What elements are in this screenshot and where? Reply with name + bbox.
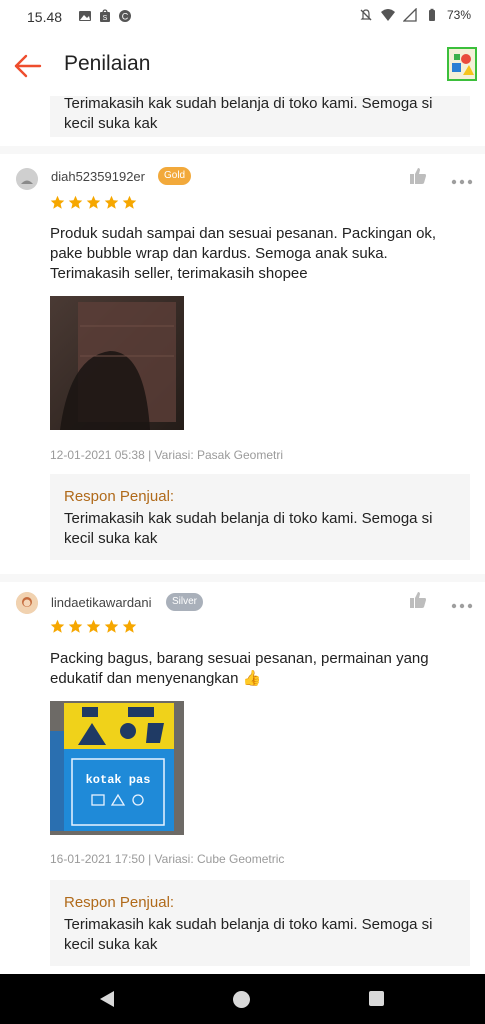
reviewer-username[interactable]: lindaetikawardani: [51, 595, 151, 610]
more-options-button[interactable]: [451, 172, 473, 185]
review-photo[interactable]: kotak pas: [50, 701, 184, 835]
c-app-icon: C: [118, 9, 132, 23]
avatar[interactable]: [16, 592, 38, 614]
product-thumbnail[interactable]: [447, 47, 477, 81]
nav-home-button[interactable]: [233, 991, 250, 1008]
wifi-icon: [380, 8, 395, 22]
like-button[interactable]: [408, 590, 430, 610]
review-item: lindaetikawardani Silver Packing bagus, …: [0, 582, 485, 974]
avatar[interactable]: [16, 168, 38, 190]
gallery-icon: [78, 9, 92, 23]
star-rating: [50, 195, 137, 210]
review-photo[interactable]: [50, 296, 184, 430]
page-title: Penilaian: [64, 52, 151, 75]
star-icon: [68, 619, 83, 633]
seller-reply: Respon Penjual: Terimakasih kak sudah be…: [50, 880, 470, 966]
star-icon: [104, 619, 119, 633]
shopee-icon: S: [98, 9, 112, 23]
nav-recents-button[interactable]: [369, 991, 384, 1006]
nav-back-button[interactable]: [98, 990, 116, 1013]
thumbs-up-icon: [410, 168, 426, 184]
divider: [0, 146, 485, 154]
notification-icons: S C: [78, 9, 132, 23]
divider: [0, 574, 485, 582]
review-meta: 12-01-2021 05:38 | Variasi: Pasak Geomet…: [50, 448, 284, 462]
signal-icon: [402, 7, 417, 22]
triangle-back-icon: [100, 991, 114, 1007]
like-button[interactable]: [408, 166, 430, 186]
star-icon: [122, 619, 137, 633]
seller-reply: Terimakasih kak sudah belanja di toko ka…: [50, 96, 470, 137]
app-bar: Penilaian: [0, 34, 485, 96]
more-dots-icon: [451, 603, 473, 609]
review-meta: 16-01-2021 17:50 | Variasi: Cube Geometr…: [50, 852, 285, 866]
svg-text:S: S: [103, 15, 108, 22]
star-icon: [86, 195, 101, 209]
svg-text:C: C: [122, 12, 129, 22]
status-bar: 15.48 S C 73%: [0, 0, 485, 34]
reviews-list[interactable]: Terimakasih kak sudah belanja di toko ka…: [0, 96, 485, 974]
more-dots-icon: [451, 179, 473, 185]
star-icon: [104, 195, 119, 209]
review-comment: Packing bagus, barang sesuai pesanan, pe…: [50, 650, 429, 687]
reply-text: Terimakasih kak sudah belanja di toko ka…: [64, 96, 433, 132]
member-badge: Gold: [158, 167, 192, 185]
reply-text: Terimakasih kak sudah belanja di toko ka…: [64, 510, 433, 547]
seller-reply: Respon Penjual: Terimakasih kak sudah be…: [50, 474, 470, 560]
reply-text: Terimakasih kak sudah belanja di toko ka…: [64, 916, 433, 953]
reply-label: Respon Penjual:: [64, 894, 175, 911]
mute-icon: [359, 8, 373, 22]
review-comment: Produk sudah sampai dan sesuai pesanan. …: [50, 225, 437, 282]
member-badge: Silver: [166, 593, 204, 611]
review-item: diah52359192er Gold Produk sudah sampai …: [0, 154, 485, 574]
arrow-left-icon: [14, 54, 42, 78]
battery-icon: [425, 8, 439, 22]
status-time: 15.48: [27, 9, 63, 25]
star-icon: [50, 619, 65, 633]
reply-label: Respon Penjual:: [64, 488, 175, 505]
thumbs-up-icon: [410, 592, 426, 608]
star-icon: [122, 195, 137, 209]
star-rating: [50, 619, 137, 634]
star-icon: [50, 195, 65, 209]
star-icon: [68, 195, 83, 209]
reviewer-username[interactable]: diah52359192er: [51, 169, 145, 184]
system-navigation-bar: [0, 974, 485, 1024]
star-icon: [86, 619, 101, 633]
photo-label: kotak pas: [86, 773, 151, 787]
back-button[interactable]: [10, 49, 44, 83]
more-options-button[interactable]: [451, 596, 473, 609]
battery-percentage: 73%: [446, 8, 471, 22]
system-icons: 73%: [359, 7, 471, 22]
